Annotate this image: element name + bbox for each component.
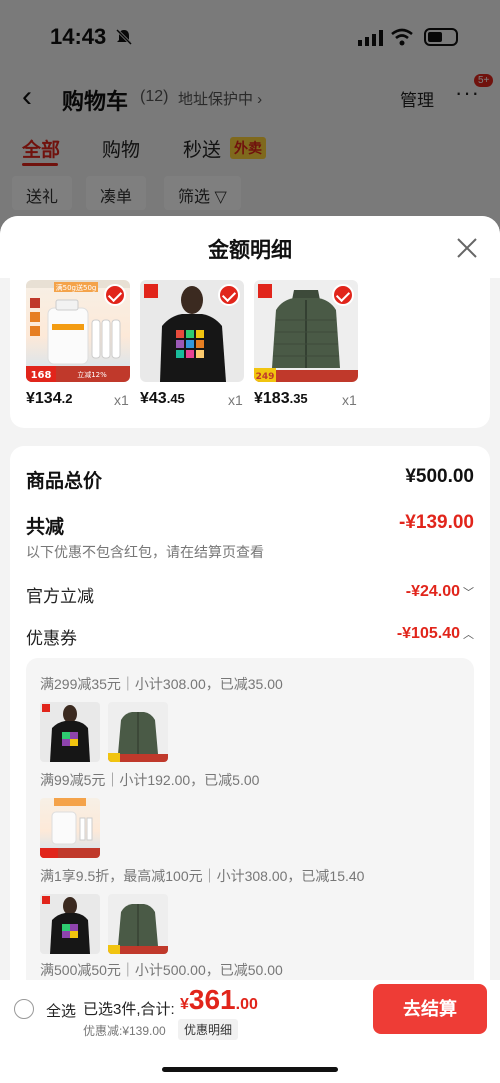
product-price: ¥183.35	[254, 390, 308, 407]
coupon-product-thumb	[40, 894, 100, 954]
product-qty: x1	[228, 392, 243, 408]
milk-promo-text: 满50g送50g	[56, 283, 97, 292]
reduce-label: 共减	[26, 517, 65, 538]
coupon-line: 满299减35元｜小计308.00，已减35.00	[40, 676, 283, 692]
product-item[interactable]: ¥43.45 x1	[140, 280, 244, 408]
coupon-product-thumb	[40, 798, 100, 858]
coupon-details: 满299减35元｜小计308.00，已减35.00 满99减5元｜小计192.0…	[26, 658, 474, 998]
coupon-row[interactable]: -¥105.40 ︿	[397, 625, 474, 643]
coupon-line: 满500减50元｜小计500.00，已减50.00	[40, 962, 283, 978]
close-icon[interactable]	[455, 236, 479, 260]
sheet-header: 金额明细	[0, 216, 500, 278]
total-value: ¥500.00	[405, 466, 474, 487]
home-indicator	[162, 1067, 338, 1072]
product-image-milk-powder: 满50g送50g 168 立减12%	[26, 280, 130, 382]
milk-promo-banner: 立减12%	[77, 370, 107, 379]
product-qty: x1	[114, 392, 129, 408]
product-image-down-jacket: 249	[254, 280, 358, 382]
price-summary-card: 商品总价 ¥500.00 共减 -¥139.00 以下优惠不包含红包，请在结算页…	[10, 446, 490, 1006]
coupon-products	[40, 798, 108, 860]
official-discount-row[interactable]: -¥24.00 ﹀	[406, 583, 474, 601]
product-price: ¥43.45	[140, 390, 185, 407]
coupon-product-thumb	[40, 702, 100, 762]
coupon-products	[40, 894, 176, 956]
sheet-title: 金额明细	[208, 239, 292, 262]
discount-note: 以下优惠不包含红包，请在结算页查看	[26, 544, 264, 560]
official-discount-label: 官方立减	[26, 587, 94, 606]
coupon-line: 满99减5元｜小计192.00，已减5.00	[40, 772, 260, 788]
product-qty: x1	[342, 392, 357, 408]
coupon-product-thumb	[108, 702, 168, 762]
discount-detail-button[interactable]: 优惠明细	[178, 1019, 239, 1040]
select-all-label[interactable]: 全选	[46, 1000, 76, 1021]
total-label: 商品总价	[26, 471, 103, 492]
coupon-label: 优惠券	[26, 629, 77, 648]
total-price: ¥361.00	[180, 984, 258, 1015]
milk-price-tag: 168	[31, 370, 52, 381]
selected-count: 已选3件,合计:	[83, 1001, 175, 1018]
selected-check-icon[interactable]	[332, 284, 354, 306]
product-item[interactable]: 满50g送50g 168 立减12% ¥134.2 x1	[26, 280, 130, 408]
coupon-line: 满1享9.5折，最高减100元｜小计308.00，已减15.40	[40, 868, 365, 884]
coupon-value: -¥105.40	[396, 625, 460, 642]
coupon-product-thumb	[108, 894, 168, 954]
reduce-value: -¥139.00	[398, 512, 474, 533]
checkout-button[interactable]: 去结算	[373, 984, 487, 1034]
jacket-price-tag: 249	[256, 372, 275, 382]
product-image-t-shirt	[140, 280, 244, 382]
selected-check-icon[interactable]	[218, 284, 240, 306]
coupon-products	[40, 702, 176, 764]
price-detail-sheet: 金额明细 满50g送50g 168 立减12% ¥134.2 x1 ¥43.45…	[0, 216, 500, 1083]
select-all-radio[interactable]	[14, 999, 34, 1019]
checkout-bar: 全选 已选3件,合计: ¥361.00 优惠减:¥139.00 优惠明细 去结算	[0, 980, 500, 1083]
official-discount-value: -¥24.00	[405, 583, 460, 600]
discount-summary: 优惠减:¥139.00	[83, 1024, 166, 1038]
selected-products: 满50g送50g 168 立减12% ¥134.2 x1 ¥43.45 x1 2…	[10, 278, 490, 428]
chevron-down-icon: ﹀	[463, 587, 474, 599]
product-item[interactable]: 249 ¥183.35 x1	[254, 280, 358, 408]
chevron-up-icon: ︿	[463, 629, 474, 641]
product-price: ¥134.2	[26, 390, 73, 407]
selected-check-icon[interactable]	[104, 284, 126, 306]
